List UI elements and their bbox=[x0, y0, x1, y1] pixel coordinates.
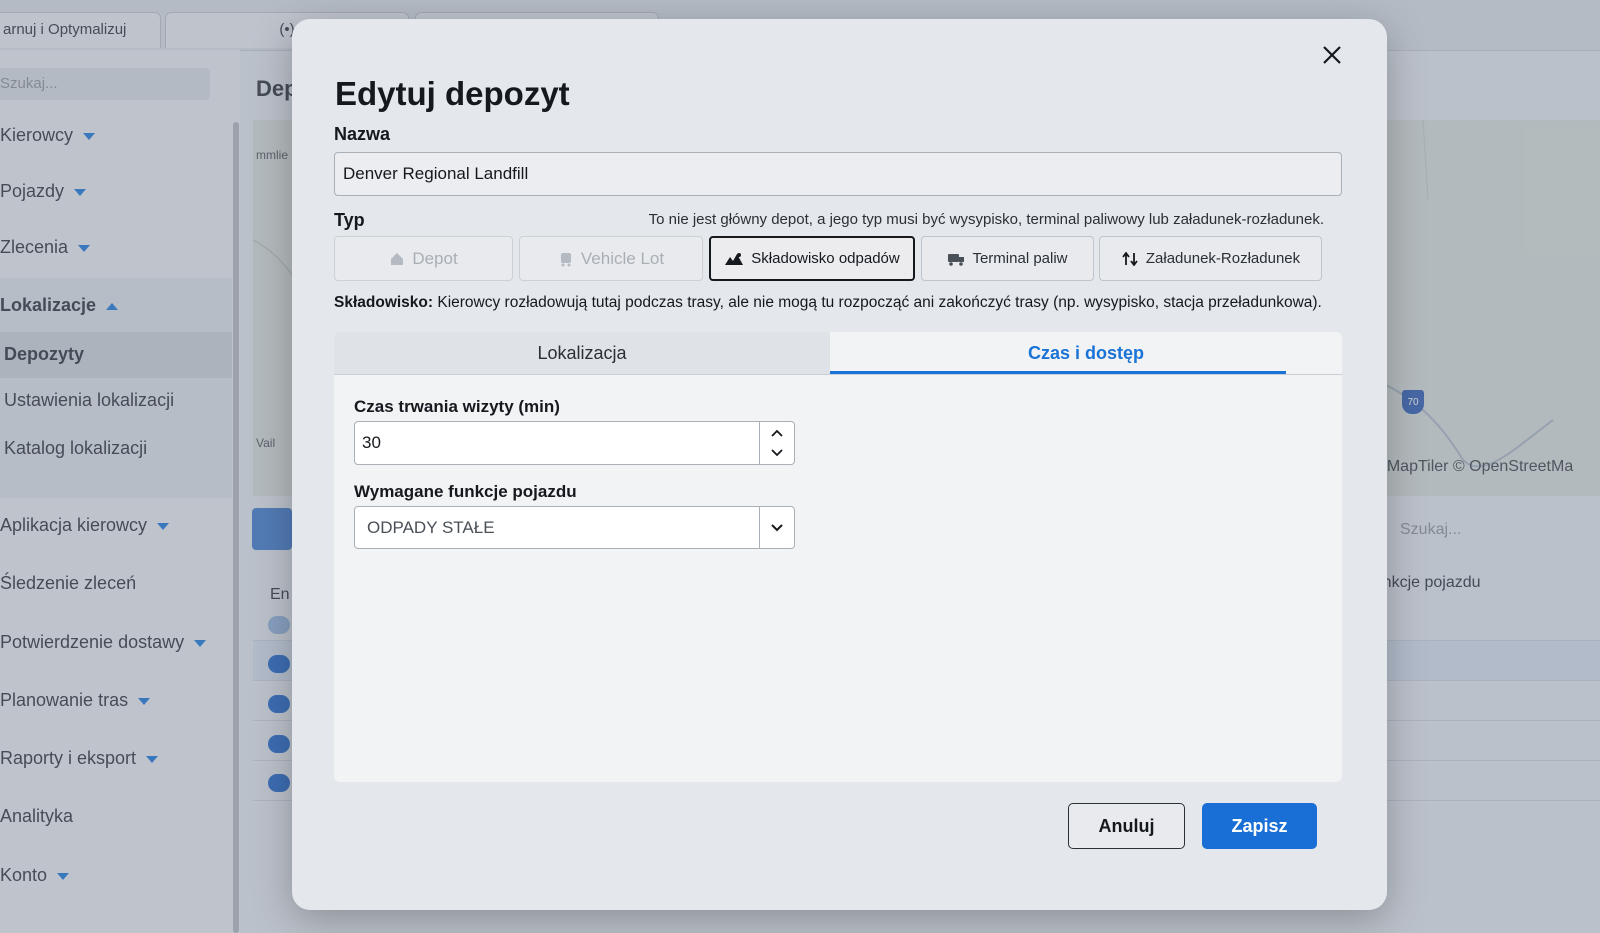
type-label: Typ bbox=[334, 210, 365, 230]
type-description-title: Składowisko: bbox=[334, 294, 434, 311]
close-button[interactable] bbox=[1318, 41, 1346, 69]
type-fuel-terminal-label: Terminal paliw bbox=[972, 250, 1068, 267]
type-description-text: Kierowcy rozładowują tutaj podczas trasy… bbox=[433, 294, 1322, 311]
vehicle-icon bbox=[560, 252, 571, 266]
tab-lokalizacja[interactable]: Lokalizacja bbox=[334, 332, 830, 375]
close-icon bbox=[1323, 46, 1341, 64]
home-icon bbox=[391, 252, 404, 265]
type-vehicle-lot-button[interactable]: Vehicle Lot bbox=[519, 236, 703, 281]
edit-depot-dialog: Edytuj depozyt Nazwa Typ To nie jest głó… bbox=[292, 19, 1387, 910]
type-landfill-button[interactable]: Składowisko odpadów bbox=[709, 236, 915, 281]
type-load-unload-button[interactable]: Załadunek-Rozładunek bbox=[1099, 236, 1322, 281]
type-vehicle-lot-label: Vehicle Lot bbox=[580, 248, 665, 268]
type-landfill-label: Składowisko odpadów bbox=[751, 250, 900, 267]
vehicle-features-value: ODPADY STAŁE bbox=[367, 518, 495, 537]
vehicle-features-select[interactable]: ODPADY STAŁE bbox=[354, 506, 795, 549]
chevron-down-icon[interactable] bbox=[759, 507, 794, 548]
swap-arrows-icon bbox=[1122, 251, 1138, 266]
dialog-title: Edytuj depozyt bbox=[335, 75, 570, 112]
type-depot-button[interactable]: Depot bbox=[334, 236, 513, 281]
type-description: Składowisko: Kierowcy rozładowują tutaj … bbox=[334, 294, 1342, 312]
stepper-arrows-icon bbox=[771, 429, 783, 457]
type-depot-label: Depot bbox=[412, 248, 458, 268]
cancel-button[interactable]: Anuluj bbox=[1068, 803, 1185, 849]
type-load-unload-label: Załadunek-Rozładunek bbox=[1145, 250, 1301, 267]
visit-duration-input[interactable]: 30 bbox=[354, 421, 795, 465]
visit-duration-label: Czas trwania wizyty (min) bbox=[354, 397, 560, 416]
fuel-truck-icon bbox=[948, 253, 965, 266]
settings-panel: Lokalizacja Czas i dostęp Czas trwania w… bbox=[334, 332, 1342, 782]
save-button[interactable]: Zapisz bbox=[1202, 803, 1317, 849]
visit-duration-value: 30 bbox=[362, 433, 381, 452]
type-fuel-terminal-button[interactable]: Terminal paliw bbox=[921, 236, 1094, 281]
visit-duration-stepper[interactable] bbox=[759, 422, 794, 464]
active-tab-indicator bbox=[830, 371, 1286, 374]
tab-czas-i-dostep[interactable]: Czas i dostęp bbox=[830, 332, 1342, 375]
vehicle-features-label: Wymagane funkcje pojazdu bbox=[354, 482, 577, 501]
name-label: Nazwa bbox=[334, 124, 391, 144]
type-hint: To nie jest główny depot, a jego typ mus… bbox=[648, 211, 1324, 228]
landfill-icon bbox=[725, 252, 744, 265]
name-input[interactable] bbox=[334, 152, 1342, 196]
